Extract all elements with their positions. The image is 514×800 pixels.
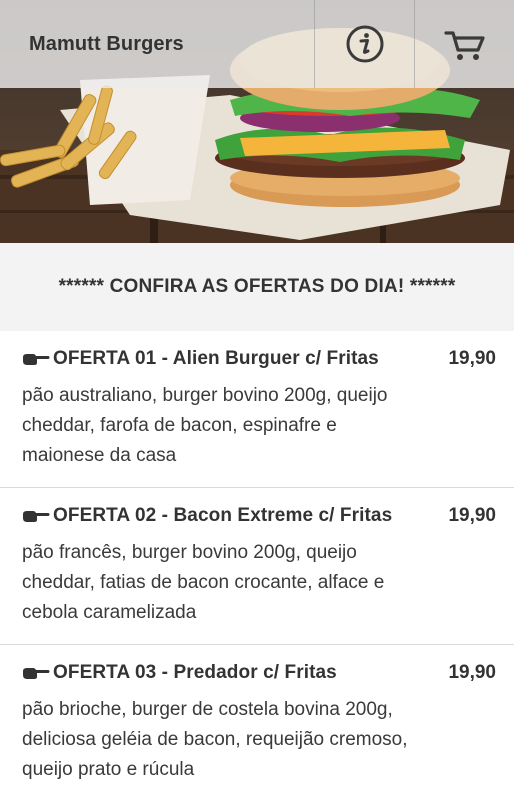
offer-item-03[interactable]: OFERTA 03 - Predador c/ Fritas 19,90 pão…: [0, 645, 514, 800]
shopping-cart-icon: [443, 31, 485, 60]
offer-item-01[interactable]: OFERTA 01 - Alien Burguer c/ Fritas 19,9…: [0, 331, 514, 488]
top-app-bar: Mamutt Burgers: [0, 0, 514, 88]
offer-price: 19,90: [448, 348, 496, 369]
offer-title: OFERTA 03 - Predador c/ Fritas: [53, 662, 337, 683]
pointing-hand-icon: [23, 511, 50, 522]
app-title: Mamutt Burgers: [29, 32, 184, 55]
info-circle-icon: [346, 25, 383, 63]
hero-banner-image: Mamutt Burgers: [0, 0, 514, 243]
pointing-hand-icon: [23, 668, 50, 679]
offer-price: 19,90: [448, 662, 496, 683]
offer-title: OFERTA 02 - Bacon Extreme c/ Fritas: [53, 505, 393, 526]
offer-description: pão brioche, burger de costela bovina 20…: [22, 699, 408, 780]
offer-item-02[interactable]: OFERTA 02 - Bacon Extreme c/ Fritas 19,9…: [0, 488, 514, 645]
daily-offers-banner: ****** CONFIRA AS OFERTAS DO DIA! ******: [0, 243, 514, 331]
offer-description: pão francês, burger bovino 200g, queijo …: [22, 542, 385, 623]
offers-list: OFERTA 01 - Alien Burguer c/ Fritas 19,9…: [0, 331, 514, 800]
offer-price: 19,90: [448, 505, 496, 526]
info-button[interactable]: [314, 0, 414, 88]
cart-button[interactable]: [414, 0, 514, 88]
banner-text: ****** CONFIRA AS OFERTAS DO DIA! ******: [58, 276, 456, 297]
offer-description: pão australiano, burger bovino 200g, que…: [22, 385, 388, 466]
offer-title: OFERTA 01 - Alien Burguer c/ Fritas: [53, 348, 379, 369]
pointing-hand-icon: [23, 354, 50, 365]
